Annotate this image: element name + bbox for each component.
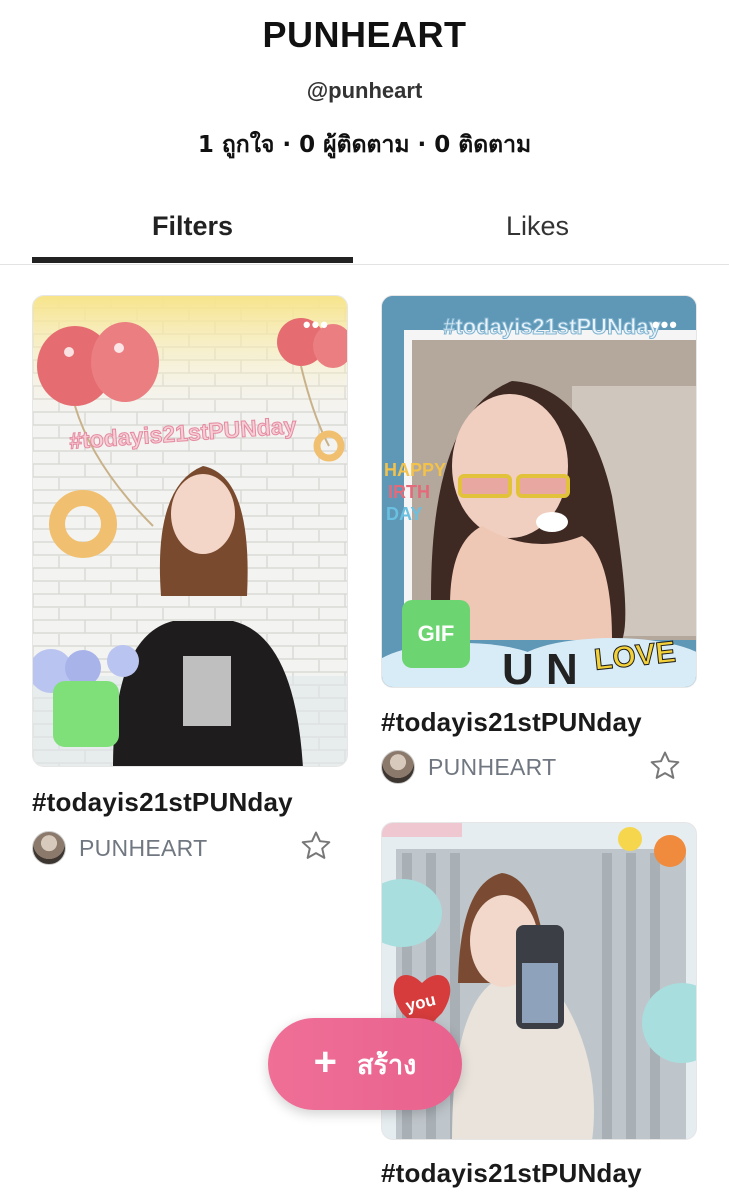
filter-author[interactable]: PUNHEART <box>32 830 208 866</box>
author-name: PUNHEART <box>79 834 208 861</box>
star-icon[interactable] <box>299 829 333 863</box>
tab-filters[interactable]: Filters <box>32 200 353 264</box>
filter-author[interactable]: PUNHEART <box>381 749 557 785</box>
author-name: PUNHEART <box>428 753 557 780</box>
avatar <box>381 750 415 784</box>
profile-stats[interactable]: 1 ถูกใจ · 0 ผู้ติดตาม · 0 ติดตาม <box>0 127 729 163</box>
active-tab-indicator <box>32 257 353 263</box>
avatar <box>32 831 66 865</box>
gif-badge: GIF <box>402 600 470 668</box>
filter-preview-2[interactable]: #todayis21stPUNday HAPPY IRTH DAY U N LO… <box>381 295 697 688</box>
tab-bar: Filters Likes <box>0 200 729 265</box>
create-button[interactable]: + สร้าง <box>268 1018 462 1110</box>
tab-likes[interactable]: Likes <box>377 200 698 264</box>
preview-overlay-text: #todayis21stPUNday <box>443 314 661 339</box>
filter-title[interactable]: #todayis21stPUNday <box>381 707 642 738</box>
create-button-label: สร้าง <box>357 1049 417 1081</box>
profile-handle: @punheart <box>306 78 423 103</box>
filter-preview-image: #todayis21stPUNday <box>33 296 347 766</box>
filter-title[interactable]: #todayis21stPUNday <box>32 787 293 818</box>
profile-name: PUNHEART <box>262 14 467 55</box>
filter-title[interactable]: #todayis21stPUNday <box>381 1158 642 1189</box>
svg-text:DAY: DAY <box>386 504 422 524</box>
filter-preview-1[interactable]: #todayis21stPUNday ••• <box>32 295 348 767</box>
more-options-icon[interactable]: ••• <box>303 312 329 338</box>
sticker-side: HAPPY <box>384 460 446 480</box>
more-options-icon[interactable]: ••• <box>652 312 678 338</box>
plus-icon: + <box>313 1040 338 1084</box>
svg-text:IRTH: IRTH <box>388 482 430 502</box>
star-icon[interactable] <box>648 749 682 783</box>
sticker-letters: U N <box>502 645 578 688</box>
